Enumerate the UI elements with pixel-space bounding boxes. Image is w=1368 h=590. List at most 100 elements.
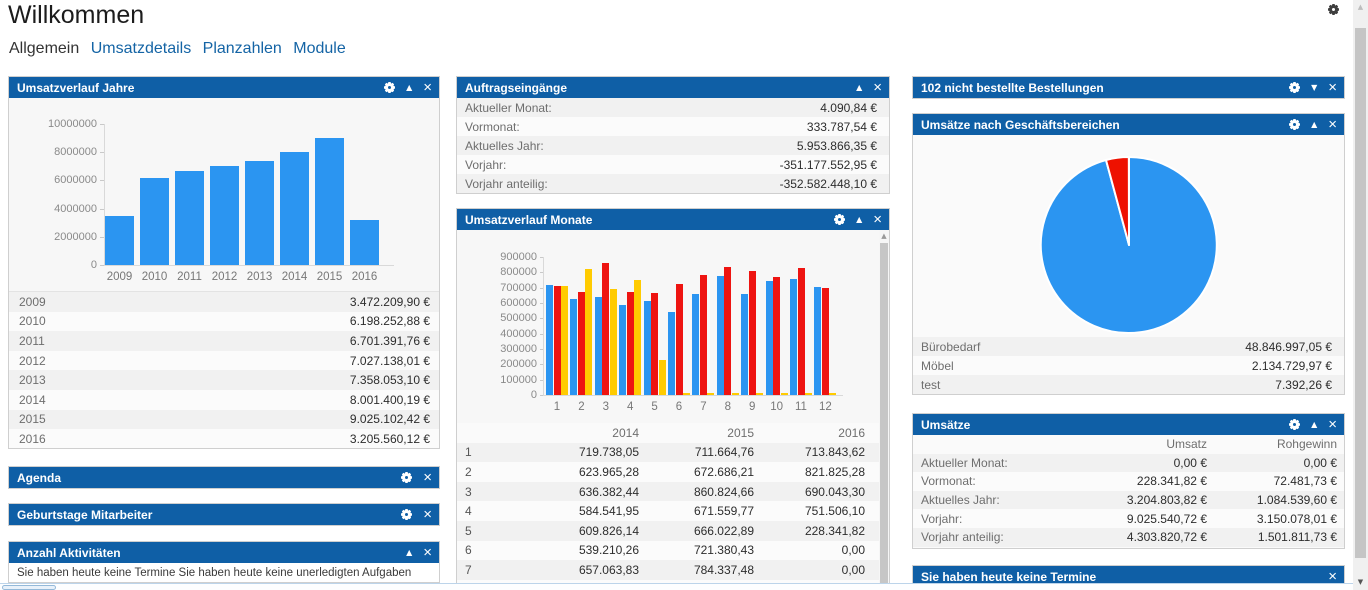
table-row: Aktuelles Jahr:3.204.803,82 €1.084.539,6… [913,491,1344,510]
gear-icon[interactable] [401,472,412,483]
panel-header[interactable]: Geburtstage Mitarbeiter × [9,504,439,525]
bar [766,281,773,395]
bar [570,299,577,395]
row-value: 3.205.560,12 € [350,432,430,446]
close-icon[interactable]: × [423,546,432,560]
cell-value: 860.824,66 [639,485,754,499]
legend-row: Möbel2.134.729,97 € [913,356,1344,375]
table-row: 4584.541,95671.559,77751.506,10 [457,501,889,521]
panel-header[interactable]: Anzahl Aktivitäten ▲ × [9,542,439,563]
tab-planzahlen[interactable]: Planzahlen [203,40,282,57]
gear-icon[interactable] [834,214,845,225]
row-value: 9.025.102,42 € [350,412,430,426]
table-row: 7657.063,83784.337,480,00 [457,560,889,580]
tab-allgemein[interactable]: Allgemein [9,40,79,57]
bar [814,287,821,395]
row-label: 2010 [19,314,350,328]
years-value-list: 20093.472.209,90 €20106.198.252,88 €2011… [9,291,439,449]
tab-umsatzdetails[interactable]: Umsatzdetails [91,40,191,57]
close-icon[interactable]: × [423,81,432,95]
collapse-icon[interactable]: ▲ [1311,120,1317,130]
tab-module[interactable]: Module [293,40,345,57]
row-value: 333.787,54 € [807,120,877,134]
order-row: Vorjahr anteilig:-352.582.448,10 € [457,174,889,193]
panel-title: Geburtstage Mitarbeiter [17,508,401,522]
panel-vertical-scrollbar[interactable]: ▲ [879,230,889,590]
gear-icon[interactable] [384,82,395,93]
collapse-icon[interactable]: ▲ [1311,420,1317,430]
row-label: Aktueller Monat: [921,456,1061,470]
close-icon[interactable]: × [1328,81,1337,95]
panel-header[interactable]: 102 nicht bestellte Bestellungen ▼ × [913,77,1344,98]
bar [717,276,724,395]
close-icon[interactable]: × [423,508,432,522]
months-bar-chart: 0100000200000300000400000500000600000700… [457,230,889,423]
gear-icon[interactable] [401,509,412,520]
page-vertical-scrollbar[interactable]: ▲ ▼ [1353,0,1368,590]
bar [805,393,812,395]
year-row: 20116.701.391,76 € [9,331,439,351]
scrollbar-thumb[interactable] [1355,28,1366,558]
bar [659,360,666,395]
collapse-icon[interactable]: ▲ [856,83,862,93]
scrollbar-up-icon[interactable]: ▲ [1353,3,1368,11]
bar [245,161,274,265]
bar [692,294,699,395]
gear-icon[interactable] [1289,82,1300,93]
panel-header[interactable]: Auftragseingänge ▲ × [457,77,889,98]
close-icon[interactable]: × [873,213,882,227]
cell-value: 4.303.820,72 € [1061,530,1207,544]
close-icon[interactable]: × [1328,118,1337,132]
expand-icon[interactable]: ▼ [1311,83,1317,93]
scrollbar-thumb[interactable] [880,243,888,589]
bar [644,301,651,395]
row-label: Möbel [921,359,1252,373]
business-area-pie-chart [913,135,1344,337]
scrollbar-thumb[interactable] [2,585,56,590]
y-axis-label: 700000 [457,282,537,294]
row-label: Aktueller Monat: [465,101,820,115]
cell-value: 657.063,83 [499,563,639,577]
row-value: 48.846.997,05 € [1245,340,1332,354]
collapse-icon[interactable]: ▲ [406,548,412,558]
cell-value: 72.481,73 € [1207,474,1337,488]
collapse-icon[interactable]: ▲ [856,215,862,225]
panel-header[interactable]: Umsatzverlauf Monate ▲ × [457,209,889,230]
legend-row: test7.392,26 € [913,375,1344,394]
page-settings-gear-icon[interactable] [1328,4,1341,17]
panel-title: Umsätze nach Geschäftsbereichen [921,118,1289,132]
close-icon[interactable]: × [1328,570,1337,584]
scrollbar-down-icon[interactable]: ▼ [1353,578,1368,586]
bar [732,393,739,395]
row-label: 2015 [19,412,350,426]
row-label: test [921,378,1275,392]
panel-header[interactable]: Umsätze nach Geschäftsbereichen ▲ × [913,114,1344,135]
panel-nicht-bestellte-bestellungen: 102 nicht bestellte Bestellungen ▼ × [912,76,1345,99]
panel-header[interactable]: Agenda × [9,467,439,488]
close-icon[interactable]: × [1328,418,1337,432]
y-axis-label: 0 [9,259,97,271]
close-icon[interactable]: × [873,81,882,95]
close-icon[interactable]: × [423,471,432,485]
y-axis-label: 10000000 [9,118,97,130]
cell-value: 609.826,14 [499,524,639,538]
panel-header[interactable]: Umsatzverlauf Jahre ▲ × [9,77,439,98]
table-row: 1719.738,05711.664,76713.843,62 [457,443,889,463]
y-axis-label: 0 [457,389,537,401]
order-intake-list: Aktueller Monat:4.090,84 €Vormonat:333.7… [457,98,889,193]
row-number: 1 [465,445,499,459]
bar [210,166,239,265]
page-horizontal-scrollbar[interactable] [0,583,1353,590]
cell-value: 1.501.811,73 € [1207,530,1337,544]
cell-value: 0,00 [754,563,865,577]
scrollbar-up-icon[interactable]: ▲ [879,232,889,240]
panel-header[interactable]: Umsätze ▲ × [913,414,1344,435]
bar [175,171,204,265]
y-axis-label: 200000 [457,358,537,370]
cell-value: 671.559,77 [639,504,754,518]
year-row: 20137.358.053,10 € [9,370,439,390]
gear-icon[interactable] [1289,419,1300,430]
pie-legend: Bürobedarf48.846.997,05 €Möbel2.134.729,… [913,337,1344,394]
gear-icon[interactable] [1289,119,1300,130]
collapse-icon[interactable]: ▲ [406,83,412,93]
